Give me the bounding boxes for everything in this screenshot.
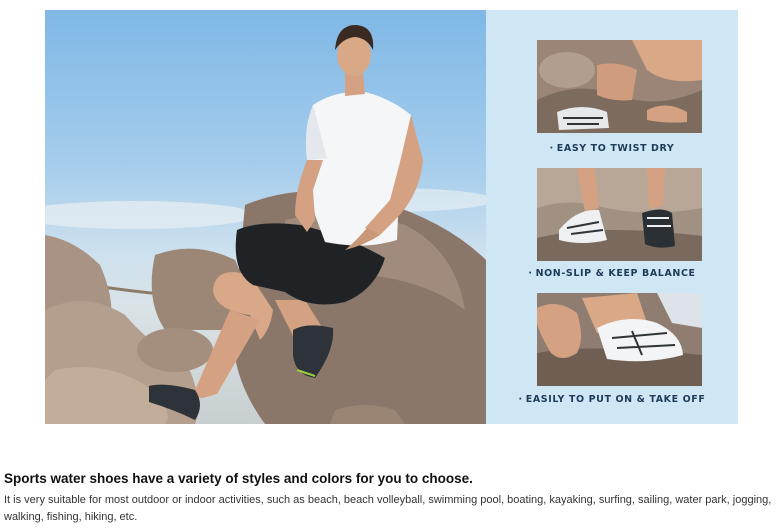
feature-photo-put-on	[537, 293, 702, 386]
hero-illustration	[45, 24, 486, 424]
feature-photo-non-slip	[537, 168, 702, 261]
feature-panel: · EASY TO TWIST DRY · NON-SLIP & KEEP BALA…	[486, 10, 738, 424]
feature-caption-non-slip: · NON-SLIP & KEEP BALANCE	[528, 268, 696, 279]
description-heading: Sports water shoes have a variety of sty…	[4, 471, 473, 486]
feature-caption-twist-dry: · EASY TO TWIST DRY	[549, 143, 675, 154]
description-body: It is very suitable for most outdoor or …	[4, 494, 772, 523]
feature-photo-twist-dry	[537, 40, 702, 133]
feature-caption-put-on: · EASILY TO PUT ON & TAKE OFF	[518, 394, 706, 405]
product-banner: · EASY TO TWIST DRY · NON-SLIP & KEEP BALA…	[45, 10, 738, 424]
hero-photo	[45, 10, 486, 424]
